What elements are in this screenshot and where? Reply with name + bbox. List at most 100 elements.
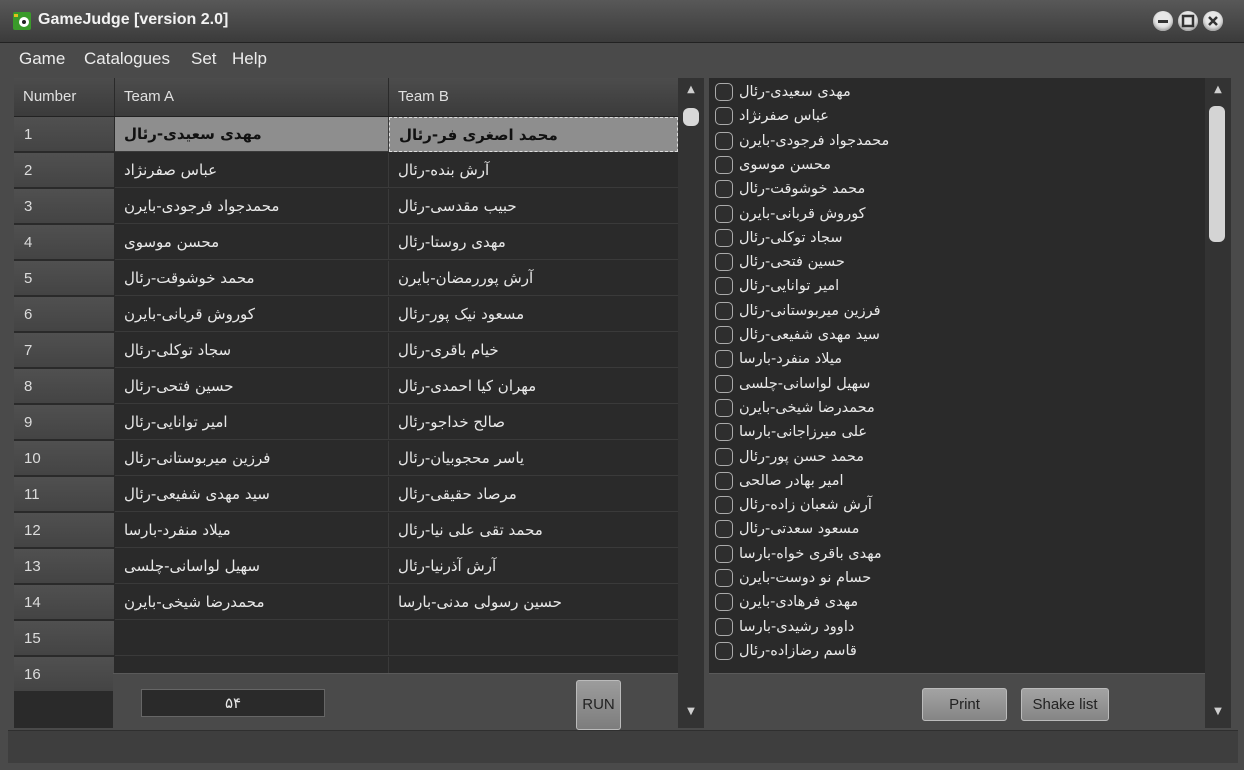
player-checkbox[interactable] — [715, 107, 733, 126]
table-row[interactable]: 1 مهدی سعیدی-رئال محمد اصغری فر-رئال — [14, 117, 678, 153]
shake-list-button[interactable]: Shake list — [1021, 688, 1109, 721]
row-number[interactable]: 11 — [14, 477, 114, 512]
list-item[interactable]: داوود رشیدی-بارسا — [709, 615, 1205, 639]
list-item[interactable]: قاسم رضازاده-رئال — [709, 639, 1205, 663]
team-a-cell[interactable]: عباس صفرنژاد — [115, 153, 389, 188]
list-item[interactable]: فرزین میربوستانی-رئال — [709, 299, 1205, 323]
table-row[interactable]: 6 کوروش قربانی-بایرن مسعود نیک پور-رئال — [14, 297, 678, 333]
team-a-cell[interactable]: مهدی سعیدی-رئال — [115, 117, 389, 152]
list-scroll-thumb[interactable] — [1209, 106, 1225, 242]
list-item[interactable]: مهدی فرهادی-بایرن — [709, 590, 1205, 614]
scroll-up-icon[interactable]: ▲ — [678, 84, 704, 95]
player-checkbox[interactable] — [715, 326, 733, 344]
team-a-cell[interactable] — [115, 621, 389, 656]
player-checkbox[interactable] — [715, 423, 733, 442]
list-item[interactable]: آرش شعبان زاده-رئال — [709, 493, 1205, 517]
player-checkbox[interactable] — [715, 228, 733, 247]
row-number[interactable]: 12 — [14, 513, 114, 548]
player-checkbox[interactable] — [715, 447, 733, 466]
team-b-cell[interactable]: مهران کیا احمدی-رئال — [389, 369, 678, 404]
team-b-cell[interactable]: آرش پوررمضان-بایرن — [389, 261, 678, 296]
team-a-cell[interactable]: محسن موسوی — [115, 225, 389, 260]
header-team-b[interactable]: Team B — [389, 78, 678, 116]
player-checkbox[interactable] — [715, 398, 733, 417]
team-a-cell[interactable]: محمدجواد فرجودی-بایرن — [115, 189, 389, 224]
table-row[interactable]: 15 — [14, 621, 678, 657]
team-b-cell[interactable]: خیام باقری-رئال — [389, 333, 678, 368]
maximize-button[interactable] — [1178, 11, 1198, 31]
player-checkbox[interactable] — [715, 544, 733, 563]
row-number[interactable]: 2 — [14, 153, 114, 188]
scroll-down-icon[interactable]: ▼ — [678, 706, 704, 717]
table-row[interactable]: 4 محسن موسوی مهدی روستا-رئال — [14, 225, 678, 261]
row-number[interactable]: 8 — [14, 369, 114, 404]
player-checkbox[interactable] — [715, 350, 733, 369]
menu-catalogues[interactable]: Catalogues — [84, 49, 170, 69]
team-a-cell[interactable]: حسین فتحی-رئال — [115, 369, 389, 404]
team-b-cell[interactable]: مسعود نیک پور-رئال — [389, 297, 678, 332]
list-item[interactable]: مهدی سعیدی-رئال — [709, 80, 1205, 104]
list-item[interactable]: محمدرضا شیخی-بایرن — [709, 396, 1205, 420]
team-b-cell[interactable]: حبیب مقدسی-رئال — [389, 189, 678, 224]
minimize-button[interactable] — [1153, 11, 1173, 31]
player-checkbox[interactable] — [715, 617, 733, 636]
row-number[interactable]: 5 — [14, 261, 114, 296]
player-checkbox[interactable] — [715, 253, 733, 272]
player-checkbox[interactable] — [715, 180, 733, 199]
list-item[interactable]: حسین فتحی-رئال — [709, 250, 1205, 274]
player-checkbox[interactable] — [715, 155, 733, 174]
player-checkbox[interactable] — [715, 496, 733, 515]
menu-game[interactable]: Game — [19, 49, 65, 69]
table-row[interactable]: 8 حسین فتحی-رئال مهران کیا احمدی-رئال — [14, 369, 678, 405]
team-a-cell[interactable]: فرزین میربوستانی-رئال — [115, 441, 389, 476]
list-item[interactable]: علی میرزاجانی-بارسا — [709, 420, 1205, 444]
table-scrollbar[interactable]: ▲ ▼ — [678, 78, 704, 728]
scroll-down-icon[interactable]: ▼ — [1205, 706, 1231, 717]
list-item[interactable]: کوروش قربانی-بایرن — [709, 202, 1205, 226]
run-button[interactable]: RUN — [576, 680, 621, 730]
list-item[interactable]: محسن موسوی — [709, 153, 1205, 177]
player-checkbox[interactable] — [715, 569, 733, 587]
team-b-cell[interactable]: صالح خداجو-رئال — [389, 405, 678, 440]
header-number[interactable]: Number — [14, 78, 115, 116]
table-row[interactable]: 2 عباس صفرنژاد آرش بنده-رئال — [14, 153, 678, 189]
team-a-cell[interactable]: سهیل لواسانی-چلسی — [115, 549, 389, 584]
table-row[interactable]: 11 سید مهدی شفیعی-رئال مرصاد حقیقی-رئال — [14, 477, 678, 513]
row-number[interactable]: 4 — [14, 225, 114, 260]
scroll-up-icon[interactable]: ▲ — [1205, 84, 1231, 95]
team-b-cell[interactable]: مهدی روستا-رئال — [389, 225, 678, 260]
header-team-a[interactable]: Team A — [115, 78, 389, 116]
team-a-cell[interactable]: محمدرضا شیخی-بایرن — [115, 585, 389, 620]
player-checkbox[interactable] — [715, 641, 733, 660]
team-a-cell[interactable]: میلاد منفرد-بارسا — [115, 513, 389, 548]
menu-help[interactable]: Help — [232, 49, 267, 69]
team-a-cell[interactable]: سید مهدی شفیعی-رئال — [115, 477, 389, 512]
team-b-cell[interactable]: محمد اصغری فر-رئال — [389, 117, 678, 152]
list-item[interactable]: امیر توانایی-رئال — [709, 274, 1205, 298]
print-button[interactable]: Print — [922, 688, 1007, 721]
table-row[interactable]: 14 محمدرضا شیخی-بایرن حسین رسولی مدنی-بارس… — [14, 585, 678, 621]
table-row[interactable]: 13 سهیل لواسانی-چلسی آرش آذرنیا-رئال — [14, 549, 678, 585]
row-number[interactable]: 13 — [14, 549, 114, 584]
team-b-cell[interactable]: محمد تقی علی نیا-رئال — [389, 513, 678, 548]
list-scrollbar[interactable]: ▲ ▼ — [1205, 78, 1231, 728]
row-number[interactable]: 6 — [14, 297, 114, 332]
row-number[interactable]: 1 — [14, 117, 114, 152]
menu-set[interactable]: Set — [191, 49, 217, 69]
team-a-cell[interactable]: سجاد توکلی-رئال — [115, 333, 389, 368]
table-row[interactable]: 9 امیر توانایی-رئال صالح خداجو-رئال — [14, 405, 678, 441]
title-bar[interactable]: GameJudge [version 2.0] — [0, 0, 1244, 43]
row-number[interactable]: 16 — [14, 657, 114, 692]
list-item[interactable]: مسعود سعدتی-رئال — [709, 517, 1205, 541]
list-item[interactable]: سید مهدی شفیعی-رئال — [709, 323, 1205, 347]
team-b-cell[interactable]: آرش بنده-رئال — [389, 153, 678, 188]
list-item[interactable]: محمد خوشوقت-رئال — [709, 177, 1205, 201]
list-item[interactable]: عباس صفرنژاد — [709, 104, 1205, 128]
list-item[interactable]: مهدی باقری خواه-بارسا — [709, 542, 1205, 566]
team-a-cell[interactable]: محمد خوشوقت-رئال — [115, 261, 389, 296]
table-row[interactable]: 7 سجاد توکلی-رئال خیام باقری-رئال — [14, 333, 678, 369]
list-item[interactable]: محمدجواد فرجودی-بایرن — [709, 129, 1205, 153]
table-row[interactable]: 5 محمد خوشوقت-رئال آرش پوررمضان-بایرن — [14, 261, 678, 297]
team-b-cell[interactable]: مرصاد حقیقی-رئال — [389, 477, 678, 512]
list-item[interactable]: امیر بهادر صالحی — [709, 469, 1205, 493]
